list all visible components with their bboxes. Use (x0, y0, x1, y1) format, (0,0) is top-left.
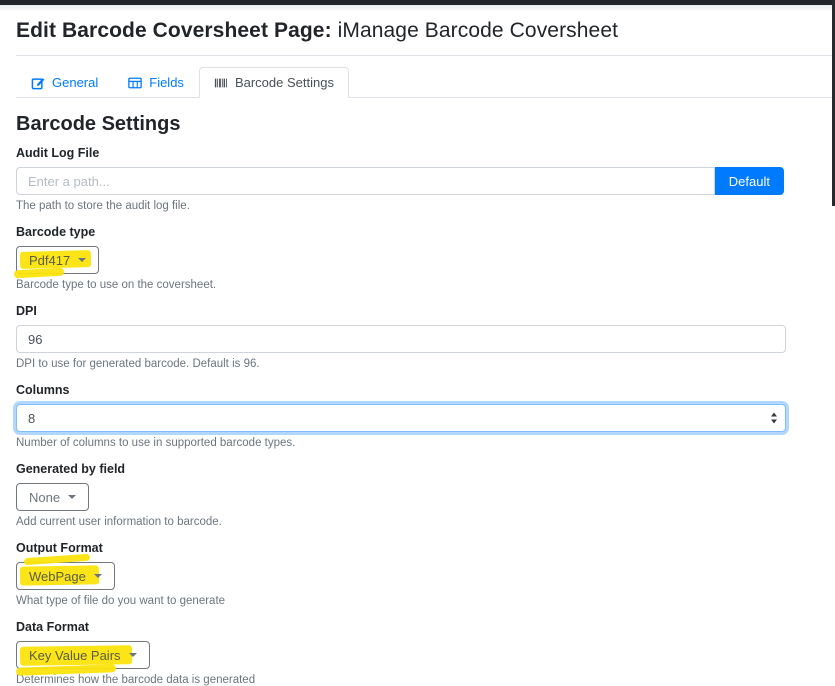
caret-down-icon (129, 653, 137, 657)
tab-label: Fields (149, 75, 184, 90)
output-format-value: WebPage (29, 569, 86, 584)
spinner-down-icon[interactable] (771, 420, 777, 424)
dpi-help-text: DPI to use for generated barcode. Defaul… (16, 358, 819, 370)
tab-label: Barcode Settings (235, 75, 334, 90)
tab-bar: General Fields (16, 67, 835, 98)
output-format-label: Output Format (16, 541, 819, 555)
highlighter-annotation (14, 268, 65, 279)
generated-by-dropdown[interactable]: None (16, 483, 89, 511)
barcode-type-value: Pdf417 (29, 253, 70, 268)
number-spinner[interactable] (771, 413, 777, 424)
field-generated-by: Generated by field None Add current user… (16, 462, 819, 528)
output-format-dropdown[interactable]: WebPage (16, 562, 115, 590)
barcode-type-label: Barcode type (16, 225, 819, 239)
table-icon (128, 76, 142, 90)
field-columns: Columns Number of columns to use in supp… (16, 383, 819, 449)
top-shadow (0, 5, 835, 12)
audit-log-input-group: Default (16, 167, 784, 195)
caret-down-icon (68, 495, 76, 499)
field-barcode-type: Barcode type Pdf417 Barcode type to use … (16, 225, 819, 291)
audit-log-file-label: Audit Log File (16, 146, 819, 160)
edit-icon (31, 76, 45, 90)
page-title-subject: iManage Barcode Coversheet (338, 19, 618, 42)
spinner-up-icon[interactable] (771, 413, 777, 417)
data-format-value: Key Value Pairs (29, 648, 121, 663)
dpi-input[interactable] (16, 325, 786, 353)
tab-barcode-settings[interactable]: Barcode Settings (199, 67, 349, 98)
columns-input-wrap (16, 404, 786, 432)
tab-fields[interactable]: Fields (113, 67, 199, 98)
title-divider (16, 55, 835, 56)
tab-general[interactable]: General (16, 67, 113, 98)
dpi-label: DPI (16, 304, 819, 318)
barcode-type-help-text: Barcode type to use on the coversheet. (16, 279, 819, 291)
audit-log-path-input[interactable] (16, 167, 715, 195)
page-title: Edit Barcode Coversheet Page: iManage Ba… (16, 19, 819, 43)
field-audit-log-file: Audit Log File Default The path to store… (16, 146, 819, 212)
caret-down-icon (94, 574, 102, 578)
highlighter-annotation (24, 554, 90, 566)
generated-by-help-text: Add current user information to barcode. (16, 516, 819, 528)
data-format-label: Data Format (16, 620, 819, 634)
content-area: Edit Barcode Coversheet Page: iManage Ba… (0, 19, 835, 686)
field-output-format: Output Format WebPage What type of file … (16, 541, 819, 607)
columns-help-text: Number of columns to use in supported ba… (16, 437, 819, 449)
generated-by-label: Generated by field (16, 462, 819, 476)
columns-label: Columns (16, 383, 819, 397)
page-title-prefix: Edit Barcode Coversheet Page: (16, 19, 332, 42)
field-data-format: Data Format Key Value Pairs Determines h… (16, 620, 819, 686)
output-format-help-text: What type of file do you want to generat… (16, 595, 819, 607)
field-dpi: DPI DPI to use for generated barcode. De… (16, 304, 819, 370)
data-format-help-text: Determines how the barcode data is gener… (16, 674, 819, 686)
generated-by-value: None (29, 490, 60, 505)
barcode-icon (214, 76, 228, 90)
caret-down-icon (78, 258, 86, 262)
section-heading: Barcode Settings (16, 113, 819, 136)
default-button[interactable]: Default (715, 167, 784, 195)
dpi-input-wrap (16, 325, 786, 353)
data-format-dropdown[interactable]: Key Value Pairs (16, 641, 150, 669)
tab-label: General (52, 75, 98, 90)
columns-number-input[interactable] (16, 404, 786, 432)
audit-log-help-text: The path to store the audit log file. (16, 200, 819, 212)
barcode-type-dropdown[interactable]: Pdf417 (16, 246, 99, 274)
